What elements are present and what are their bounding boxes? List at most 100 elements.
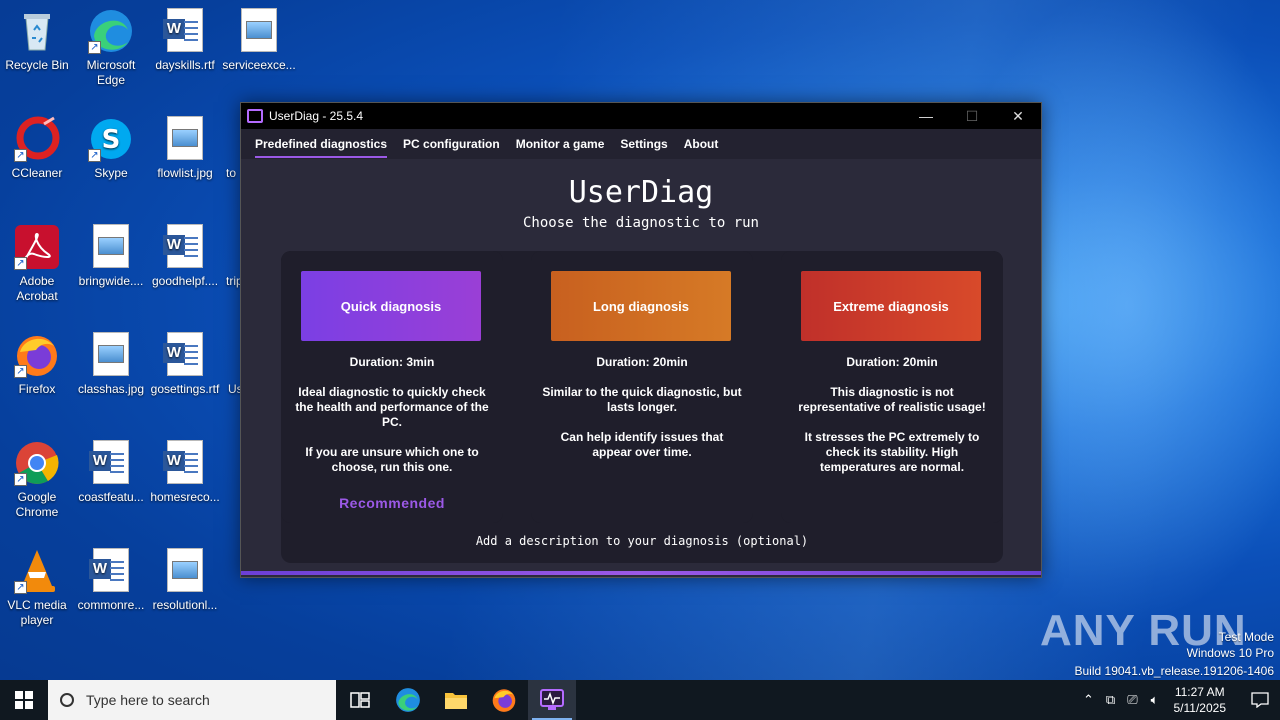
desktop-icon-label: serviceexce...	[222, 58, 296, 72]
tab-pc-configuration[interactable]: PC configuration	[403, 129, 500, 159]
desktop-icon-microsoft-edge[interactable]: ↗ Microsoft Edge	[74, 8, 148, 88]
desktop-icon-label: bringwide....	[78, 274, 144, 288]
quick-diagnosis-card: Quick diagnosis Duration: 3min Ideal dia…	[281, 251, 503, 523]
desktop-icon-coastfeatu[interactable]: W coastfeatu...	[74, 440, 148, 505]
desktop-icon-label: coastfeatu...	[78, 490, 144, 504]
recycle-bin-icon	[14, 8, 60, 54]
image-file-icon	[236, 8, 282, 54]
taskbar-file-explorer-button[interactable]	[432, 680, 480, 720]
description-text: Similar to the quick diagnostic, but las…	[542, 385, 742, 414]
main-content: UserDiag Choose the diagnostic to run Qu…	[241, 159, 1041, 575]
desktop-icon-label: homesreco...	[150, 490, 220, 504]
tab-settings[interactable]: Settings	[620, 129, 667, 159]
tab-predefined-diagnostics[interactable]: Predefined diagnostics	[255, 129, 388, 159]
long-diagnosis-card: Long diagnosis Duration: 20min Similar t…	[531, 251, 753, 523]
desktop-icon-label: Skype	[94, 166, 128, 180]
desktop-icon-label: VLC media player	[7, 598, 67, 627]
long-diagnosis-button[interactable]: Long diagnosis	[551, 271, 731, 341]
desktop-icon-flowlist[interactable]: flowlist.jpg	[148, 116, 222, 181]
desktop-icon-adobe-acrobat[interactable]: ↗ Adobe Acrobat	[0, 224, 74, 304]
desktop-icon-label: Adobe Acrobat	[16, 274, 58, 303]
search-placeholder: Type here to search	[86, 692, 210, 708]
duration-label: Duration: 20min	[846, 355, 938, 369]
desktop-icon-commonre[interactable]: W commonre...	[74, 548, 148, 613]
desktop-icon-label: goodhelpf....	[151, 274, 219, 288]
card-description: Ideal diagnostic to quickly check the he…	[291, 385, 493, 490]
clock-time: 11:27 AM	[1174, 685, 1225, 699]
close-button[interactable]: ✕	[995, 103, 1041, 129]
duration-label: Duration: 20min	[596, 355, 688, 369]
taskbar-search-box[interactable]: Type here to search	[48, 680, 336, 720]
word-document-icon: W	[162, 8, 208, 54]
card-description: Similar to the quick diagnostic, but las…	[541, 385, 743, 475]
volume-icon[interactable]: 🔈︎	[1144, 692, 1166, 708]
firefox-icon	[492, 689, 516, 712]
desktop-icon-goodhelpf[interactable]: W goodhelpf....	[148, 224, 222, 289]
desktop-icon-serviceexce[interactable]: serviceexce...	[222, 8, 296, 73]
description-text: Ideal diagnostic to quickly check the he…	[295, 385, 489, 429]
desktop-icon-dayskills[interactable]: W dayskills.rtf	[148, 8, 222, 73]
maximize-button[interactable]: ☐	[949, 103, 995, 129]
desktop-icon-label: Microsoft Edge	[86, 58, 136, 87]
meet-now-icon[interactable]: ⧉	[1100, 692, 1122, 708]
add-description-input[interactable]: Add a description to your diagnosis (opt…	[281, 534, 1003, 548]
windows-logo-icon	[15, 691, 33, 709]
network-icon[interactable]: ⎚	[1122, 692, 1144, 708]
description-text: If you are unsure which one to choose, r…	[305, 445, 479, 474]
desktop-icon-resolutionl[interactable]: resolutionl...	[148, 548, 222, 613]
desktop-icon-classhas[interactable]: classhas.jpg	[74, 332, 148, 397]
taskbar-clock[interactable]: 11:27 AM 5/11/2025	[1174, 684, 1227, 716]
taskbar: Type here to search ⌃ ⧉ ⎚ 🔈︎ 11:27 AM 5/…	[0, 680, 1280, 720]
desktop-icon-google-chrome[interactable]: ↗ Google Chrome	[0, 440, 74, 520]
desktop-icon-skype[interactable]: S ↗ Skype	[74, 116, 148, 181]
quick-diagnosis-button[interactable]: Quick diagnosis	[301, 271, 481, 341]
accent-bar	[241, 571, 1041, 575]
desktop-icon-label: commonre...	[77, 598, 145, 612]
google-chrome-icon: ↗	[14, 440, 60, 486]
desktop-icon-gosettings[interactable]: W gosettings.rtf	[148, 332, 222, 397]
description-text: This diagnostic is not representative of…	[798, 385, 986, 414]
svg-text:S: S	[102, 125, 121, 155]
adobe-acrobat-icon: ↗	[14, 224, 60, 270]
taskbar-userdiag-button[interactable]	[528, 680, 576, 720]
word-document-icon: W	[162, 224, 208, 270]
desktop-icon-label: gosettings.rtf	[150, 382, 220, 396]
word-document-icon: W	[88, 440, 134, 486]
desktop-icon-ccleaner[interactable]: ↗ CCleaner	[0, 116, 74, 181]
system-tray: ⌃ ⧉ ⎚ 🔈︎ 11:27 AM 5/11/2025	[1078, 680, 1280, 720]
task-view-icon	[350, 692, 370, 708]
chevron-up-icon[interactable]: ⌃	[1078, 692, 1100, 708]
desktop-icon-label: dayskills.rtf	[155, 58, 215, 72]
page-title: UserDiag	[568, 175, 714, 210]
minimize-button[interactable]: —	[903, 103, 949, 129]
firefox-icon: ↗	[14, 332, 60, 378]
start-button[interactable]	[0, 680, 48, 720]
extreme-diagnosis-button[interactable]: Extreme diagnosis	[801, 271, 981, 341]
desktop-icon-recycle-bin[interactable]: Recycle Bin	[0, 8, 74, 73]
desktop-icon-vlc[interactable]: ↗ VLC media player	[0, 548, 74, 628]
desktop-icon-bringwide[interactable]: bringwide....	[74, 224, 148, 289]
title-bar[interactable]: UserDiag - 25.5.4 — ☐ ✕	[241, 103, 1041, 129]
shortcut-arrow-icon: ↗	[14, 149, 27, 162]
taskbar-edge-button[interactable]	[384, 680, 432, 720]
notification-icon	[1251, 692, 1269, 708]
desktop-icon-label: flowlist.jpg	[157, 166, 213, 180]
image-file-icon	[162, 548, 208, 594]
microsoft-edge-icon	[396, 688, 420, 712]
ccleaner-icon: ↗	[14, 116, 60, 162]
task-view-button[interactable]	[336, 680, 384, 720]
userdiag-app-icon	[540, 689, 564, 710]
taskbar-firefox-button[interactable]	[480, 680, 528, 720]
desktop-icon-label: Google Chrome	[15, 490, 59, 519]
image-file-icon	[88, 224, 134, 270]
desktop-icon-label: CCleaner	[11, 166, 63, 180]
tab-about[interactable]: About	[684, 129, 719, 159]
desktop-icon-homesreco[interactable]: W homesreco...	[148, 440, 222, 505]
tab-monitor-a-game[interactable]: Monitor a game	[516, 129, 605, 159]
folder-icon	[445, 693, 467, 709]
skype-icon: S ↗	[88, 116, 134, 162]
notifications-button[interactable]	[1240, 680, 1280, 720]
desktop-icon-label: classhas.jpg	[77, 382, 145, 396]
extreme-diagnosis-card: Extreme diagnosis Duration: 20min This d…	[781, 251, 1003, 523]
desktop-icon-firefox[interactable]: ↗ Firefox	[0, 332, 74, 397]
